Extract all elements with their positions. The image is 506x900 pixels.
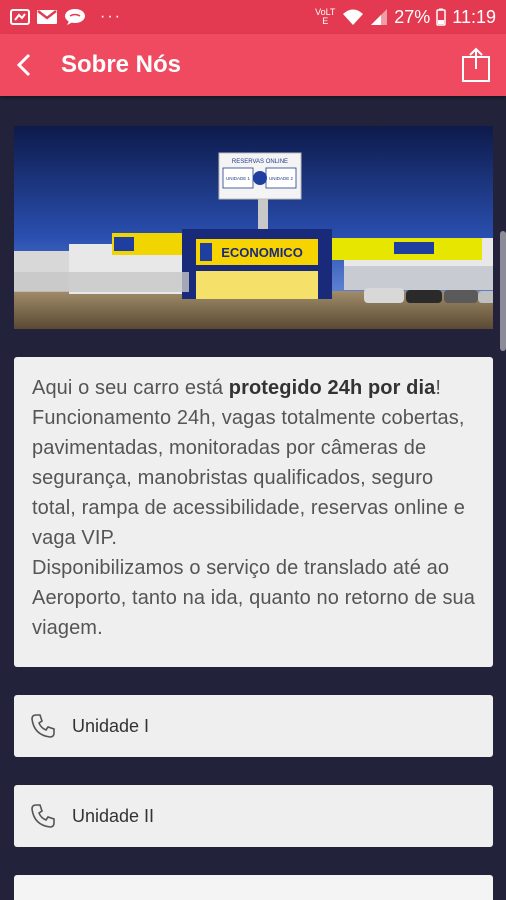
gmail-icon <box>37 10 57 24</box>
battery-icon <box>436 8 447 26</box>
about-text: Aqui o seu carro está protegido 24h por … <box>32 373 475 553</box>
billboard-text: RESERVAS ONLINE <box>232 159 288 165</box>
content-area[interactable]: RESERVAS ONLINE UNIDADE 1 UNIDADE 2 ECON… <box>0 96 506 900</box>
wifi-icon <box>343 9 364 25</box>
next-card-partial <box>14 875 493 900</box>
notification-icon <box>10 9 30 25</box>
unit-2-card[interactable]: Unidade II <box>14 785 493 847</box>
chevron-left-icon <box>16 53 31 77</box>
phone-icon <box>31 804 55 828</box>
about-intro-bold: protegido 24h por dia <box>228 377 436 399</box>
scrollbar[interactable] <box>500 231 506 351</box>
chat-bubble-icon <box>65 9 85 25</box>
app-bar: Sobre Nós <box>0 34 506 96</box>
page-title: Sobre Nós <box>61 51 182 78</box>
clock: 11:19 <box>452 6 496 27</box>
about-body2: Disponibilizamos o serviço de translado … <box>32 557 475 639</box>
unit-1-card[interactable]: Unidade I <box>14 695 493 757</box>
about-card: Aqui o seu carro está protegido 24h por … <box>14 357 493 667</box>
share-icon <box>462 47 490 82</box>
back-button[interactable] <box>4 34 44 96</box>
volte-indicator: VoLTE <box>315 7 336 26</box>
share-button[interactable] <box>456 34 496 96</box>
building-name-text: ECONOMICO <box>221 245 303 260</box>
svg-text:UNIDADE 2: UNIDADE 2 <box>269 176 294 181</box>
phone-icon <box>31 714 55 738</box>
more-dots-icon: ··· <box>100 8 122 25</box>
unit-2-label: Unidade II <box>72 805 155 826</box>
signal-icon <box>371 9 388 25</box>
svg-text:UNIDADE 1: UNIDADE 1 <box>226 176 251 181</box>
battery-percent: 27% <box>394 6 431 27</box>
about-intro-suffix: ! <box>435 377 441 399</box>
unit-1-label: Unidade I <box>72 715 150 736</box>
about-intro-prefix: Aqui o seu carro está <box>32 377 229 399</box>
about-body: Funcionamento 24h, vagas totalmente cobe… <box>32 407 465 549</box>
hero-image: RESERVAS ONLINE UNIDADE 1 UNIDADE 2 ECON… <box>14 126 493 329</box>
status-bar: ··· VoLTE 27% 11:19 <box>0 0 506 34</box>
